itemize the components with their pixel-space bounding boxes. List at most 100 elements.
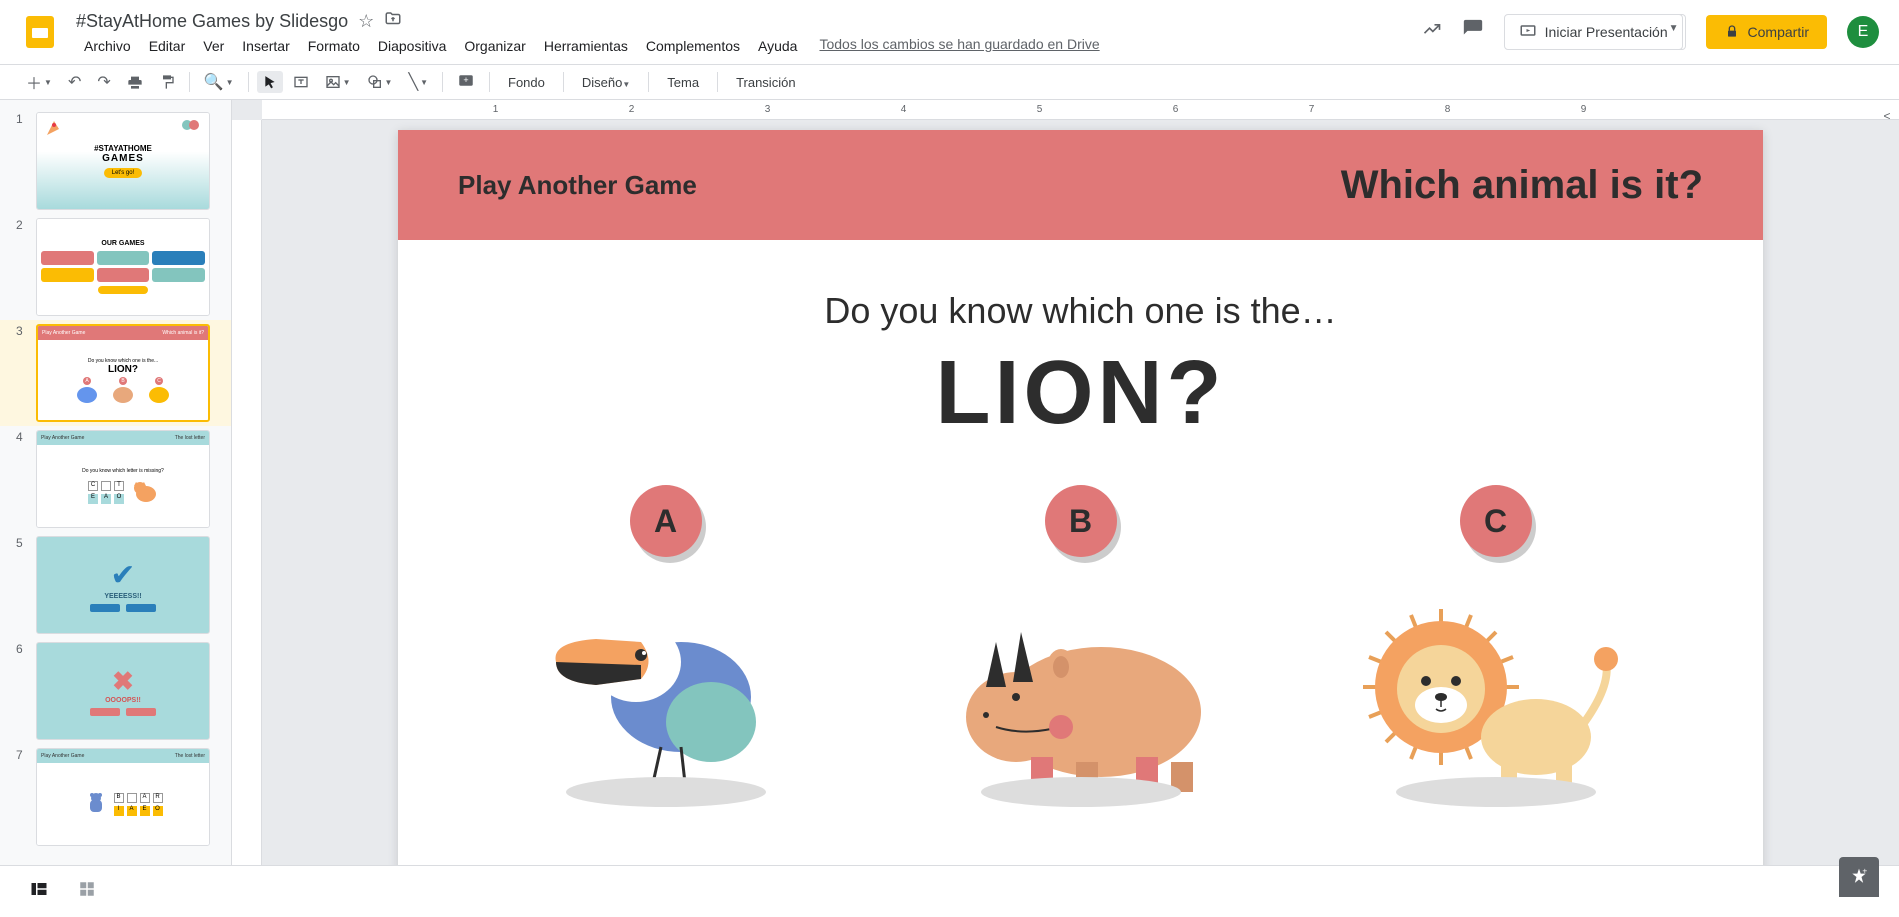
thumb-number: 7 [16, 748, 28, 846]
separator [648, 72, 649, 92]
move-folder-icon[interactable] [384, 10, 402, 33]
menu-bar: Archivo Editar Ver Insertar Formato Diap… [76, 36, 1422, 56]
thumb-row-6[interactable]: 6 ✖ OOOOPS!! [0, 638, 231, 744]
menu-organizar[interactable]: Organizar [456, 36, 533, 56]
thumb-row-4[interactable]: 4 Play Another GameThe lost letter Do yo… [0, 426, 231, 532]
menu-ver[interactable]: Ver [195, 36, 232, 56]
thumb-row-5[interactable]: 5 ✔ YEEEESS!! [0, 532, 231, 638]
grid-view-icon[interactable] [78, 880, 96, 903]
comment-tool[interactable]: + [451, 69, 481, 95]
thumb-row-3[interactable]: 3 Play Another GameWhich animal is it? D… [0, 320, 231, 426]
thumb-number: 3 [16, 324, 28, 422]
slides-logo[interactable] [20, 12, 60, 52]
toolbar: ＋▼ ↶ ↷ 🔍▼ ▼ ▼ ╲▼ + Fondo Diseño▼ Tema Tr… [0, 64, 1899, 100]
menu-formato[interactable]: Formato [300, 36, 368, 56]
check-icon: ✔ [110, 558, 135, 593]
thumb-number: 6 [16, 642, 28, 740]
separator [442, 72, 443, 92]
svg-text:+: + [1862, 867, 1867, 876]
new-slide-button[interactable]: ＋▼ [20, 66, 58, 98]
canvas-area[interactable]: 1 2 3 4 5 6 7 8 9 Play Another Game Whic… [232, 100, 1899, 865]
menu-insertar[interactable]: Insertar [234, 36, 297, 56]
thumb-number: 1 [16, 112, 28, 210]
option-a-button[interactable]: A [630, 485, 702, 557]
toucan-image[interactable] [526, 587, 806, 807]
ruler-horizontal: 1 2 3 4 5 6 7 8 9 [262, 100, 1899, 120]
redo-button[interactable]: ↷ [91, 68, 116, 96]
select-tool[interactable] [257, 71, 283, 93]
thumb-4[interactable]: Play Another GameThe lost letter Do you … [36, 430, 210, 528]
menu-complementos[interactable]: Complementos [638, 36, 748, 56]
rhino-image[interactable] [941, 587, 1221, 807]
option-c-button[interactable]: C [1460, 485, 1532, 557]
thumb-5[interactable]: ✔ YEEEESS!! [36, 536, 210, 634]
header-right: Iniciar Presentación ▼ Compartir E [1422, 14, 1879, 50]
thumb-number: 2 [16, 218, 28, 316]
zoom-button[interactable]: 🔍▼ [198, 68, 240, 96]
undo-button[interactable]: ↶ [62, 68, 87, 96]
present-button[interactable]: Iniciar Presentación [1504, 14, 1683, 50]
star-icon[interactable]: ☆ [358, 11, 374, 32]
main-area: 1 #STAYATHOME GAMES Let's go! 2 OUR GAME… [0, 100, 1899, 865]
slide-header: Play Another Game Which animal is it? [398, 130, 1763, 240]
save-status[interactable]: Todos los cambios se han guardado en Dri… [819, 36, 1099, 56]
doc-title[interactable]: #StayAtHome Games by Slidesgo [76, 11, 348, 32]
separator [563, 72, 564, 92]
option-b: B [941, 485, 1221, 807]
thumb-1[interactable]: #STAYATHOME GAMES Let's go! [36, 112, 210, 210]
share-label: Compartir [1748, 24, 1809, 40]
svg-text:+: + [463, 75, 468, 85]
collapse-sidebar-icon[interactable]: < [1875, 104, 1899, 128]
print-button[interactable] [121, 70, 149, 94]
activity-icon[interactable] [1422, 19, 1442, 45]
title-area: #StayAtHome Games by Slidesgo ☆ Archivo … [76, 8, 1422, 56]
thumb-7[interactable]: Play Another GameThe lost letter BAR IAE… [36, 748, 210, 846]
thumb-row-7[interactable]: 7 Play Another GameThe lost letter BAR I… [0, 744, 231, 850]
thumb-6[interactable]: ✖ OOOOPS!! [36, 642, 210, 740]
app-header: #StayAtHome Games by Slidesgo ☆ Archivo … [0, 0, 1899, 64]
thumb-number: 4 [16, 430, 28, 528]
thumb-row-1[interactable]: 1 #STAYATHOME GAMES Let's go! [0, 108, 231, 214]
menu-diapositiva[interactable]: Diapositiva [370, 36, 454, 56]
transition-button[interactable]: Transición [726, 71, 805, 94]
thumb-2[interactable]: OUR GAMES [36, 218, 210, 316]
textbox-tool[interactable] [287, 70, 315, 94]
menu-editar[interactable]: Editar [141, 36, 194, 56]
option-b-button[interactable]: B [1045, 485, 1117, 557]
ruler-vertical [232, 120, 262, 865]
image-tool[interactable]: ▼ [319, 70, 357, 94]
x-icon: ✖ [112, 666, 134, 697]
separator [189, 72, 190, 92]
filmstrip-view-icon[interactable] [30, 880, 48, 903]
explore-button[interactable]: + [1839, 857, 1879, 897]
thumb-row-2[interactable]: 2 OUR GAMES [0, 214, 231, 320]
line-tool[interactable]: ╲▼ [402, 68, 434, 96]
theme-button[interactable]: Tema [657, 71, 709, 94]
comments-icon[interactable] [1462, 18, 1484, 46]
lion-image[interactable] [1356, 587, 1636, 807]
play-another-link[interactable]: Play Another Game [458, 170, 697, 201]
game-title: Which animal is it? [1341, 163, 1703, 208]
answer-word: LION? [458, 342, 1703, 445]
slide-canvas[interactable]: Play Another Game Which animal is it? Do… [398, 130, 1763, 865]
menu-archivo[interactable]: Archivo [76, 36, 139, 56]
options-row: A [458, 485, 1703, 807]
background-button[interactable]: Fondo [498, 71, 555, 94]
slide-panel[interactable]: 1 #STAYATHOME GAMES Let's go! 2 OUR GAME… [0, 100, 232, 865]
layout-button[interactable]: Diseño▼ [572, 71, 640, 94]
menu-herramientas[interactable]: Herramientas [536, 36, 636, 56]
shape-tool[interactable]: ▼ [361, 70, 399, 94]
separator [489, 72, 490, 92]
separator [717, 72, 718, 92]
thumb-3[interactable]: Play Another GameWhich animal is it? Do … [36, 324, 210, 422]
bottom-bar [0, 865, 1899, 917]
option-c: C [1356, 485, 1636, 807]
avatar[interactable]: E [1847, 16, 1879, 48]
present-dropdown[interactable]: ▼ [1663, 14, 1686, 50]
separator [248, 72, 249, 92]
question-text: Do you know which one is the… [458, 290, 1703, 332]
share-button[interactable]: Compartir [1706, 15, 1827, 49]
menu-ayuda[interactable]: Ayuda [750, 36, 805, 56]
paint-format-button[interactable] [153, 70, 181, 94]
option-a: A [526, 485, 806, 807]
